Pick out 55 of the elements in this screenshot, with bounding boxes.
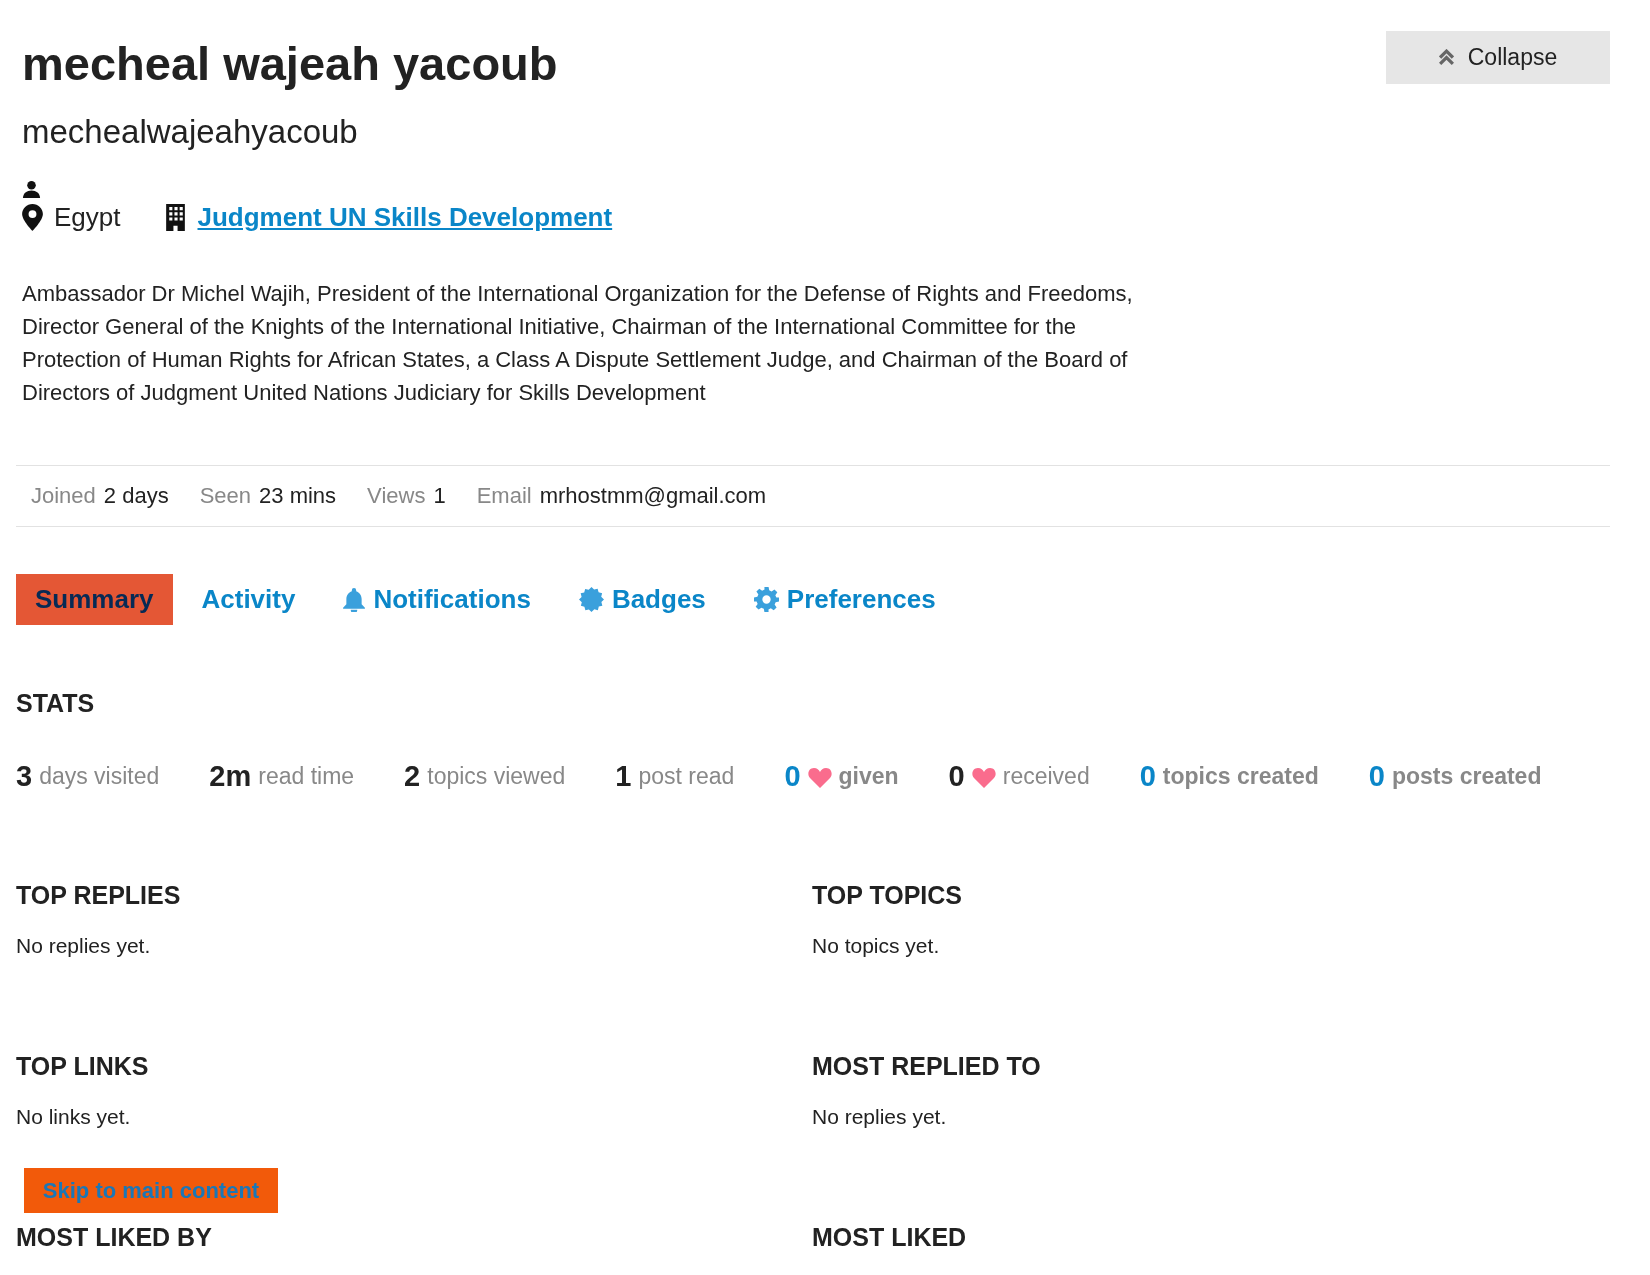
collapse-button[interactable]: Collapse xyxy=(1386,31,1610,84)
section-heading: TOP LINKS xyxy=(16,1052,150,1081)
stat-label: days visited xyxy=(39,763,160,790)
stat-value: 0 xyxy=(784,760,801,793)
section-heading: STATS xyxy=(16,689,96,718)
meta-value: 2 days xyxy=(103,483,169,508)
location-text: Egypt xyxy=(54,202,121,233)
stat-label: topics created xyxy=(1162,763,1319,790)
empty-message: No topics yet. xyxy=(812,934,941,958)
nav-tab[interactable]: Badges xyxy=(559,574,725,625)
stat-label: read time xyxy=(258,763,355,790)
section-heading: MOST LIKED xyxy=(812,1223,968,1252)
stat-label: topics viewed xyxy=(427,763,566,790)
meta-value: 1 xyxy=(433,483,446,508)
bell-icon xyxy=(343,587,366,612)
nav-tab[interactable]: Activity xyxy=(182,574,315,625)
empty-message: No replies yet. xyxy=(812,1105,948,1129)
badge-icon xyxy=(578,587,604,612)
meta-value: 23 mins xyxy=(259,483,337,508)
stat-label: posts created xyxy=(1391,763,1542,790)
section-heading: MOST REPLIED TO xyxy=(812,1052,1042,1081)
section-heading: TOP REPLIES xyxy=(16,881,182,910)
meta-label: Joined xyxy=(31,483,96,508)
meta-value: mrhostmm@gmail.com xyxy=(539,483,767,508)
stat-value: 0 xyxy=(948,760,965,793)
nav-tab[interactable]: Preferences xyxy=(734,574,955,625)
meta-label: Views xyxy=(367,483,426,508)
heart-icon xyxy=(971,765,996,788)
user-full-name: mecheal wajeah yacoub xyxy=(22,36,559,92)
section-heading: TOP TOPICS xyxy=(812,881,964,910)
nav-tab[interactable]: Summary xyxy=(16,574,173,625)
user-bio: Ambassador Dr Michel Wajih, President of the International Organization for the Defense of Rights and Freedoms, Director General of the Knights of the International Initiative, Chairman of the International Committee for the Protection of Human Rights for African States, a Class A Dispute Settlement Judge, and Chairman of the Board of Directors of Judgment United Nations Judiciary for Skills Development xyxy=(22,280,1134,407)
double-chevron-up-icon xyxy=(1438,49,1454,66)
empty-message: No replies yet. xyxy=(16,934,152,958)
stat-value: 0 xyxy=(1139,760,1156,793)
stat-value: 2m xyxy=(209,760,252,793)
section-heading: MOST LIKED BY xyxy=(16,1223,213,1252)
stat-label: received xyxy=(1002,763,1090,790)
meta-label: Email xyxy=(476,483,532,508)
stat-value: 3 xyxy=(16,760,33,793)
website-link[interactable]: Judgment UN Skills Development xyxy=(197,202,613,233)
stat-value: 0 xyxy=(1368,760,1385,793)
building-icon xyxy=(164,204,186,231)
meta-label: Seen xyxy=(199,483,252,508)
settings-icon xyxy=(753,587,779,612)
stat-label: post read xyxy=(638,763,735,790)
location-pin-icon xyxy=(22,204,43,231)
nav-tab[interactable]: Notifications xyxy=(324,574,550,625)
stat-label: given xyxy=(838,763,899,790)
user-icon xyxy=(22,180,41,199)
empty-message: No links yet. xyxy=(16,1105,132,1129)
username: mechealwajeahyacoub xyxy=(22,112,359,152)
heart-icon xyxy=(807,765,832,788)
stat-value: 2 xyxy=(404,760,421,793)
stat-value: 1 xyxy=(615,760,632,793)
